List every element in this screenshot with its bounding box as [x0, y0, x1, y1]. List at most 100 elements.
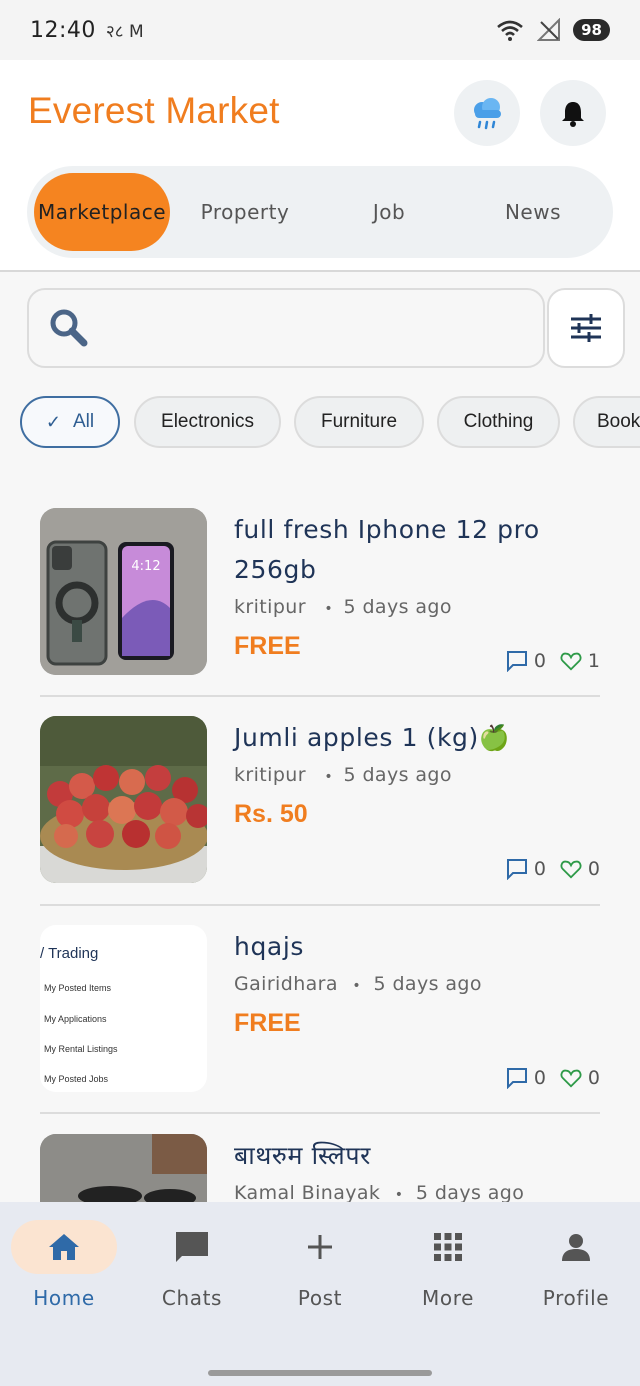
- phone-case-image: 4:12: [40, 508, 207, 675]
- listing-meta: kritipur • 5 days ago: [234, 596, 452, 618]
- chip-furniture[interactable]: Furniture: [294, 396, 424, 448]
- like-count: 0: [587, 858, 600, 880]
- listing-age: 5 days ago: [415, 1182, 525, 1202]
- app-title: Everest Market: [28, 90, 280, 131]
- listing-meta: Gairidhara • 5 days ago: [234, 973, 482, 995]
- signal-off-icon: [537, 18, 561, 41]
- listing-age: 5 days ago: [343, 596, 452, 618]
- listing-item[interactable]: 4:12 full fresh Iphone 12 pro 256gb krit…: [40, 508, 600, 700]
- heart-icon[interactable]: [560, 858, 582, 880]
- listing-item[interactable]: बाथरुम स्लिपर Kamal Binayak • 5 days ago: [40, 1134, 600, 1202]
- listing-title: बाथरुम स्लिपर: [234, 1141, 371, 1170]
- chat-icon: [176, 1232, 208, 1262]
- listing-item[interactable]: / Trading My Posted Items My Application…: [40, 925, 600, 1117]
- screenshot-line: My Rental Listings: [44, 1044, 118, 1054]
- nav-label: Profile: [542, 1286, 610, 1310]
- listing-price: FREE: [234, 1009, 301, 1037]
- category-tabs: Marketplace Property Job News: [27, 166, 613, 258]
- listing-item[interactable]: Jumli apples 1 (kg)🍏 kritipur • 5 days a…: [40, 716, 600, 908]
- search-icon: [50, 309, 88, 347]
- meta-separator: •: [324, 769, 334, 785]
- listing-price: Rs. 50: [234, 800, 308, 828]
- listing-age: 5 days ago: [343, 764, 452, 786]
- svg-text:4:12: 4:12: [131, 559, 160, 574]
- person-icon: [562, 1234, 590, 1261]
- listing-stats: 0 0: [506, 1067, 600, 1089]
- comment-icon[interactable]: [506, 858, 528, 880]
- listing-age: 5 days ago: [373, 973, 482, 995]
- filter-chips: ✓ All Electronics Furniture Clothing Boo…: [20, 396, 640, 448]
- bottom-navigation: Home Chats Post More Profile: [0, 1202, 640, 1386]
- listing-stats: 0 0: [506, 858, 600, 880]
- search-input[interactable]: [103, 290, 543, 366]
- comment-icon[interactable]: [506, 1067, 528, 1089]
- tab-news[interactable]: News: [463, 173, 603, 251]
- nav-label: More: [422, 1286, 474, 1310]
- plus-icon: [308, 1235, 332, 1259]
- meta-separator: •: [324, 601, 334, 617]
- listing-title: Jumli apples 1 (kg)🍏: [234, 723, 511, 752]
- wifi-icon: [497, 20, 523, 41]
- tab-property[interactable]: Property: [175, 173, 315, 251]
- tab-job[interactable]: Job: [319, 173, 459, 251]
- notifications-button[interactable]: [540, 80, 606, 146]
- comment-count: 0: [533, 1067, 546, 1089]
- slippers-image: [40, 1134, 207, 1202]
- listing-location: Kamal Binayak: [234, 1182, 381, 1202]
- tune-filter-icon: [571, 314, 601, 342]
- divider: [40, 1112, 600, 1114]
- listing-thumbnail: [40, 1134, 207, 1202]
- listing-location: kritipur: [234, 764, 306, 786]
- status-bar: 12:40 २८ M 98: [0, 0, 640, 60]
- nav-profile-pill: [523, 1220, 629, 1274]
- screenshot-line: My Posted Items: [44, 983, 112, 993]
- nav-post[interactable]: Post: [256, 1220, 384, 1330]
- weather-button[interactable]: [454, 80, 520, 146]
- app-header: Everest Market Marketplace Property Job …: [0, 60, 640, 272]
- divider: [40, 904, 600, 906]
- status-right: 98: [495, 18, 610, 42]
- chip-book[interactable]: Book: [573, 396, 640, 448]
- check-icon: ✓: [45, 411, 61, 432]
- comment-icon[interactable]: [506, 650, 528, 672]
- nav-more-pill: [395, 1220, 501, 1274]
- chip-clothing[interactable]: Clothing: [437, 396, 560, 448]
- meta-separator: •: [394, 1187, 404, 1202]
- comment-count: 0: [533, 858, 546, 880]
- apples-basket-image: [40, 716, 207, 883]
- nav-chats[interactable]: Chats: [128, 1220, 256, 1330]
- nav-more[interactable]: More: [384, 1220, 512, 1330]
- listing-thumbnail: [40, 716, 207, 883]
- listing-thumbnail: / Trading My Posted Items My Application…: [40, 925, 207, 1092]
- filter-button[interactable]: [547, 288, 625, 368]
- listing-location: kritipur: [234, 596, 306, 618]
- listing-price: FREE: [234, 632, 301, 660]
- heart-icon[interactable]: [560, 650, 582, 672]
- heart-icon[interactable]: [560, 1067, 582, 1089]
- like-count: 0: [587, 1067, 600, 1089]
- meta-separator: •: [352, 978, 362, 994]
- status-notification-icons: २८ M: [105, 21, 144, 42]
- nav-profile[interactable]: Profile: [512, 1220, 640, 1330]
- tab-marketplace[interactable]: Marketplace: [34, 173, 170, 251]
- like-count: 1: [587, 650, 600, 672]
- listing-title: hqajs: [234, 932, 305, 961]
- listing-meta: Kamal Binayak • 5 days ago: [234, 1182, 524, 1202]
- grid-icon: [434, 1233, 462, 1261]
- status-time: 12:40: [30, 17, 96, 43]
- screenshot-line: My Applications: [44, 1014, 107, 1024]
- nav-post-pill: [267, 1220, 373, 1274]
- nav-home-pill: [11, 1220, 117, 1274]
- bell-icon: [562, 102, 584, 127]
- search-bar[interactable]: [27, 288, 545, 368]
- weather-rain-cloud-icon: [474, 98, 501, 130]
- divider: [40, 695, 600, 697]
- chip-all[interactable]: ✓ All: [20, 396, 120, 448]
- listing-thumbnail: 4:12: [40, 508, 207, 675]
- nav-label: Chats: [161, 1286, 223, 1310]
- nav-label: Home: [33, 1286, 95, 1310]
- home-indicator[interactable]: [208, 1370, 432, 1376]
- nav-home[interactable]: Home: [0, 1220, 128, 1330]
- chip-electronics[interactable]: Electronics: [134, 396, 281, 448]
- listing-meta: kritipur • 5 days ago: [234, 764, 452, 786]
